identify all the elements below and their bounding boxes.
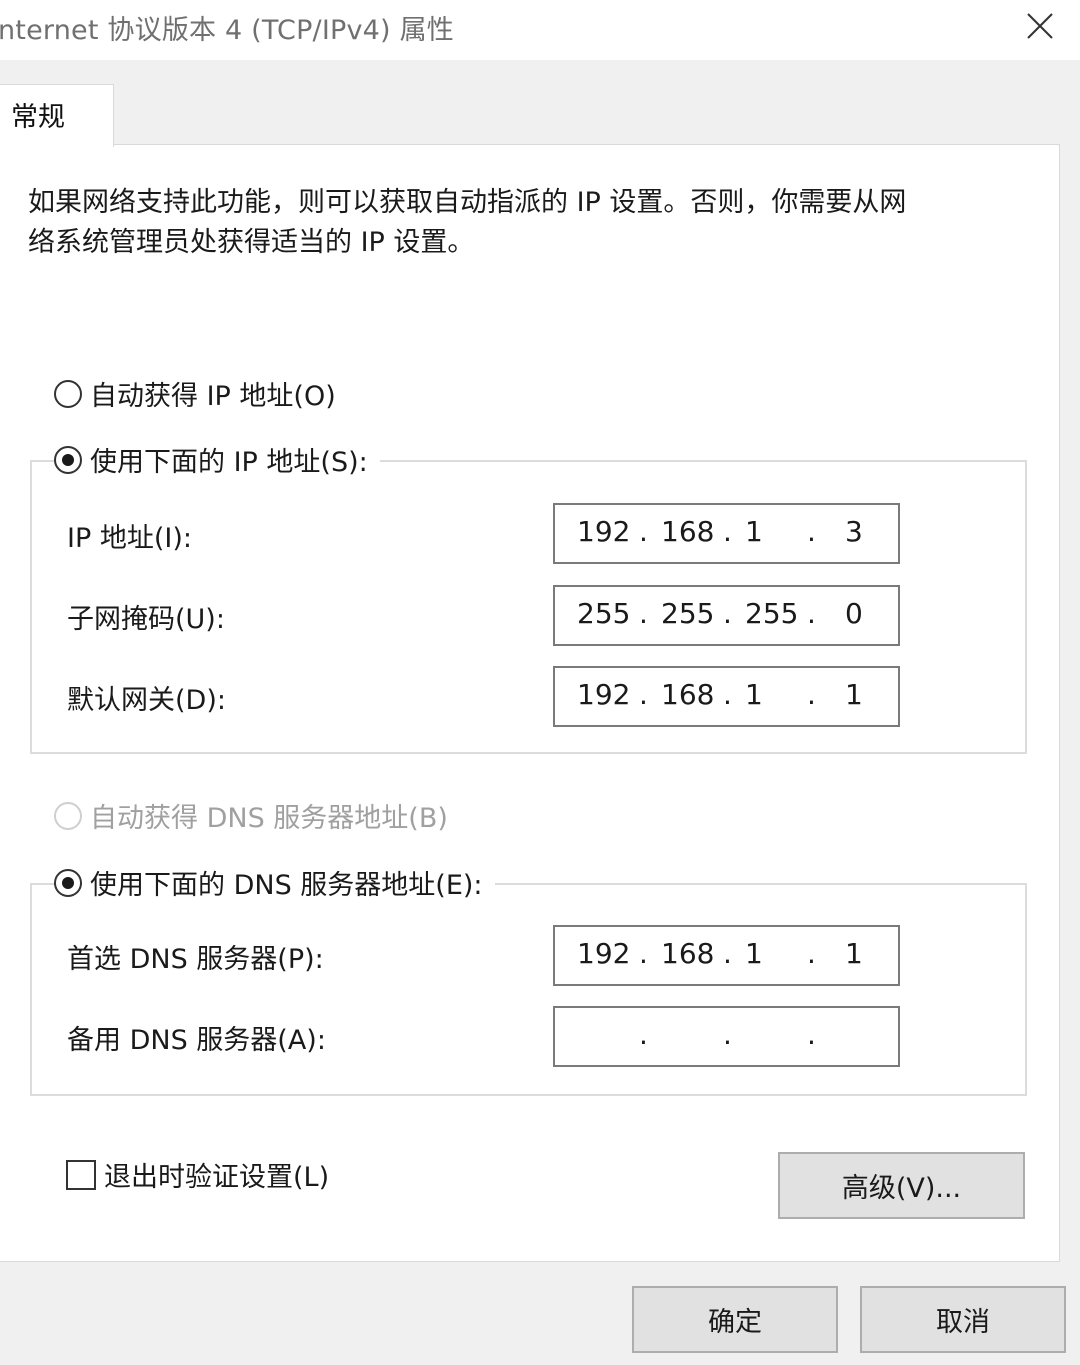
gateway-dot: . [723, 678, 732, 711]
auto-dns-radio-circle [54, 801, 82, 830]
gateway-octet-2: 168 [661, 678, 715, 711]
gateway-dot: . [639, 678, 648, 711]
pdns-octet-2: 168 [661, 937, 715, 970]
window-title: nternet 协议版本 4 (TCP/IPv4) 属性 [0, 15, 454, 46]
default-gateway-input[interactable]: 192 . 168 . 1 . 1 [553, 666, 900, 727]
ip-dot: . [807, 515, 816, 548]
gateway-dot: . [807, 678, 816, 711]
pdns-octet-4: 1 [845, 937, 863, 970]
validate-settings-label: 退出时验证设置(L) [104, 1162, 330, 1193]
validate-settings-checkbox-box [66, 1159, 96, 1190]
auto-ip-radio-circle [54, 379, 82, 408]
ip-address-input[interactable]: 192 . 168 . 1 . 3 [553, 503, 900, 564]
manual-ip-radio-label: 使用下面的 IP 地址(S): [90, 447, 368, 478]
manual-dns-radio-circle [54, 868, 82, 897]
advanced-button[interactable]: 高级(V)... [778, 1152, 1025, 1219]
default-gateway-label: 默认网关(D): [67, 685, 226, 716]
ip-dot: . [723, 515, 732, 548]
subnet-mask-label: 子网掩码(U): [67, 604, 225, 635]
ip-dot: . [639, 515, 648, 548]
auto-ip-radio-label: 自动获得 IP 地址(O) [90, 381, 336, 412]
ip-address-label: IP 地址(I): [67, 523, 192, 554]
auto-ip-radio[interactable]: 自动获得 IP 地址(O) [54, 374, 348, 413]
pdns-octet-3: 1 [745, 937, 763, 970]
preferred-dns-input[interactable]: 192 . 168 . 1 . 1 [553, 925, 900, 986]
adns-dot: . [807, 1018, 816, 1051]
subnet-mask-input[interactable]: 255 . 255 . 255 . 0 [553, 585, 900, 646]
pdns-dot: . [723, 937, 732, 970]
ip-octet-1: 192 [577, 515, 631, 548]
manual-ip-radio-circle [54, 445, 82, 474]
auto-dns-radio[interactable]: 自动获得 DNS 服务器地址(B) [54, 796, 460, 835]
mask-octet-4: 0 [845, 597, 863, 630]
mask-dot: . [639, 597, 648, 630]
pdns-dot: . [639, 937, 648, 970]
title-bar: nternet 协议版本 4 (TCP/IPv4) 属性 [0, 0, 1080, 60]
tab-general-label: 常规 [11, 102, 65, 133]
pdns-octet-1: 192 [577, 937, 631, 970]
tab-general[interactable]: 常规 [0, 84, 114, 147]
description-text: 如果网络支持此功能，则可以获取自动指派的 IP 设置。否则，你需要从网 络系统管… [28, 183, 1028, 263]
cancel-button[interactable]: 取消 [860, 1286, 1066, 1353]
ip-octet-3: 1 [745, 515, 763, 548]
mask-octet-2: 255 [661, 597, 715, 630]
ip-octet-2: 168 [661, 515, 715, 548]
validate-settings-checkbox[interactable]: 退出时验证设置(L) [66, 1155, 329, 1194]
mask-dot: . [807, 597, 816, 630]
ip-octet-4: 3 [845, 515, 863, 548]
dialog-window: nternet 协议版本 4 (TCP/IPv4) 属性 常规 如果网络支持此功… [0, 0, 1080, 1365]
manual-dns-radio[interactable]: 使用下面的 DNS 服务器地址(E): [54, 863, 495, 902]
mask-octet-1: 255 [577, 597, 631, 630]
preferred-dns-label: 首选 DNS 服务器(P): [67, 944, 324, 975]
description-line-1: 如果网络支持此功能，则可以获取自动指派的 IP 设置。否则，你需要从网 [28, 187, 907, 218]
pdns-dot: . [807, 937, 816, 970]
manual-dns-radio-label: 使用下面的 DNS 服务器地址(E): [90, 870, 483, 901]
mask-dot: . [723, 597, 732, 630]
auto-dns-radio-label: 自动获得 DNS 服务器地址(B) [90, 803, 448, 834]
gateway-octet-3: 1 [745, 678, 763, 711]
alternate-dns-label: 备用 DNS 服务器(A): [67, 1025, 326, 1056]
alternate-dns-input[interactable]: . . . [553, 1006, 900, 1067]
manual-ip-radio[interactable]: 使用下面的 IP 地址(S): [54, 440, 380, 479]
ok-button[interactable]: 确定 [632, 1286, 838, 1353]
mask-octet-3: 255 [745, 597, 799, 630]
description-line-2: 络系统管理员处获得适当的 IP 设置。 [28, 227, 475, 258]
gateway-octet-4: 1 [845, 678, 863, 711]
adns-dot: . [639, 1018, 648, 1051]
gateway-octet-1: 192 [577, 678, 631, 711]
adns-dot: . [723, 1018, 732, 1051]
close-icon [1027, 13, 1053, 39]
close-button[interactable] [1020, 6, 1060, 46]
